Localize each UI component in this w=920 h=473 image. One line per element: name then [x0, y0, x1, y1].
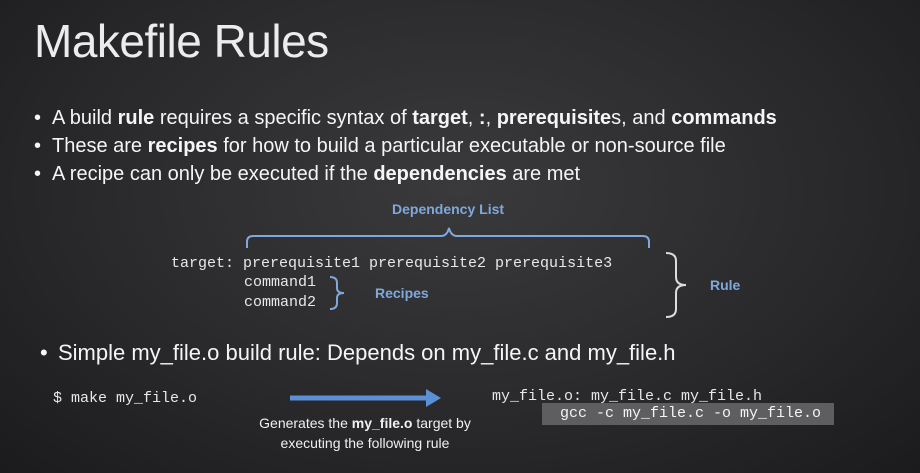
- note-text: executing the following rule: [280, 435, 450, 451]
- make-command: $ make my_file.o: [53, 390, 198, 407]
- recipes-brace: [329, 276, 345, 310]
- command-line-2: command2: [244, 294, 317, 311]
- arrow-note: Generates the my_file.o target by execut…: [240, 413, 490, 453]
- rule-brace: [665, 252, 687, 318]
- example-heading: • Simple my_file.o build rule: Depends on…: [40, 340, 676, 366]
- note-target: my_file.o: [351, 415, 413, 431]
- rule-label: Rule: [710, 277, 741, 293]
- note-text: Generates the: [259, 415, 352, 431]
- example-heading-text: Simple my_file.o build rule: Depends on …: [58, 340, 676, 365]
- note-text: target by: [412, 415, 471, 431]
- command-line-1: command1: [244, 274, 317, 291]
- recipes-label: Recipes: [375, 285, 429, 301]
- arrow-head: [426, 389, 441, 407]
- bullet-dot: •: [40, 340, 48, 365]
- example-recipe-box: gcc -c my_file.c -o my_file.o: [542, 403, 834, 425]
- dependency-brace: [246, 227, 650, 248]
- rule-line: target: prerequisite1 prerequisite2 prer…: [171, 255, 613, 272]
